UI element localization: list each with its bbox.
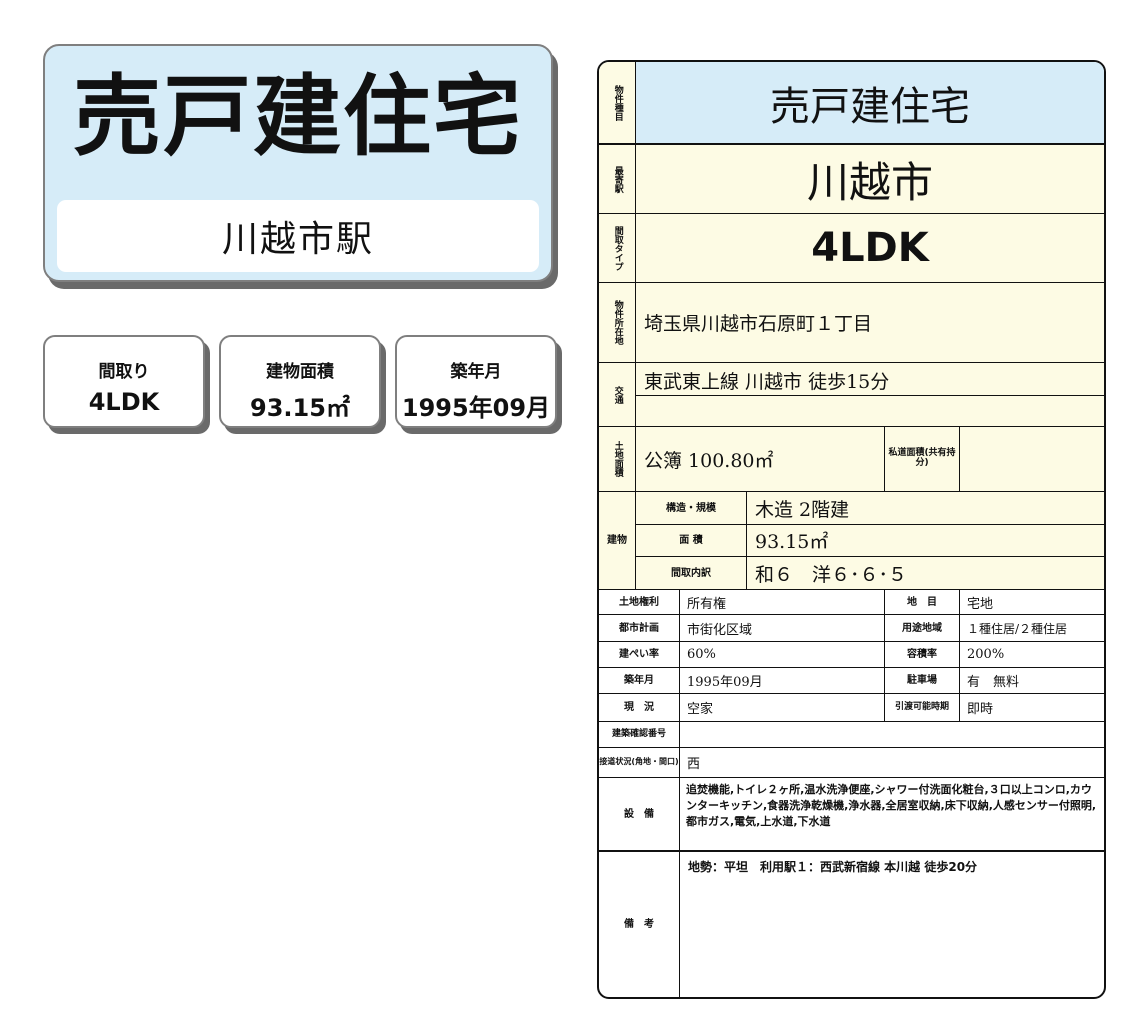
- equipment-label: 設 備: [599, 778, 680, 850]
- traffic-label: 交通: [599, 363, 636, 426]
- property-sheet: 物件種目 売戸建住宅 最寄駅 川越市 間取タイプ 4LDK 物件所在地 埼玉県川…: [597, 60, 1106, 999]
- row-status: 現 況 空家 引渡可能時期 即時: [599, 694, 1104, 722]
- hero-title: 売戸建住宅: [72, 65, 523, 168]
- summary-label: 建物面積: [266, 362, 334, 382]
- far-label: 容積率: [885, 642, 960, 667]
- row-building: 建物 構造・規模 木造 2階建 面 積 93.15㎡ 間取内訳 和６ 洋６･６･…: [599, 492, 1104, 590]
- type-value: 売戸建住宅: [770, 83, 970, 130]
- private-road-label: 私道面積(共有持分): [885, 427, 960, 491]
- equipment-value: 追焚機能,トイレ２ヶ所,温水洗浄便座,シャワー付洗面化粧台,３口以上コンロ,カウ…: [686, 783, 1097, 828]
- private-road-value: [960, 427, 1104, 491]
- land-right-value: 所有権: [680, 590, 885, 614]
- built-label: 築年月: [599, 668, 680, 693]
- row-type: 物件種目 売戸建住宅: [599, 62, 1104, 145]
- land-label: 土地面積: [599, 427, 636, 491]
- address-label: 物件所在地: [599, 283, 636, 362]
- land-value: 公簿 100.80㎡: [636, 427, 885, 491]
- row-confirm: 建築確認番号: [599, 722, 1104, 748]
- land-right-label: 土地権利: [599, 590, 680, 614]
- zoning-value: １種住居/２種住居: [967, 621, 1068, 636]
- row-land-right: 土地権利 所有権 地 目 宅地: [599, 590, 1104, 615]
- summary-label: 築年月: [450, 362, 502, 382]
- property-type-card: 売戸建住宅 川越市駅: [43, 44, 553, 282]
- summary-built-card: 築年月 1995年09月: [395, 335, 557, 428]
- confirm-label: 建築確認番号: [599, 722, 680, 747]
- row-station: 最寄駅 川越市: [599, 145, 1104, 214]
- row-built: 築年月 1995年09月 駐車場 有 無料: [599, 668, 1104, 694]
- row-traffic: 交通 東武東上線 川越市 徒歩15分: [599, 363, 1104, 427]
- address-value: 埼玉県川越市石原町１丁目: [644, 313, 873, 335]
- road-label: 接道状況(角地・間口): [599, 748, 680, 777]
- notes-value: 地勢：平坦 利用駅１：西武新宿線 本川越 徒歩20分: [688, 860, 978, 874]
- row-land: 土地面積 公簿 100.80㎡ 私道面積(共有持分): [599, 427, 1104, 492]
- row-equipment: 設 備 追焚機能,トイレ２ヶ所,温水洗浄便座,シャワー付洗面化粧台,３口以上コン…: [599, 778, 1104, 852]
- summary-label: 間取り: [98, 362, 150, 382]
- chimoku-label: 地 目: [885, 590, 960, 614]
- building-rooms-row: 間取内訳 和６ 洋６･６･５: [636, 557, 1104, 590]
- hero-station: 川越市駅: [57, 200, 539, 272]
- bcr-label: 建ぺい率: [599, 642, 680, 667]
- notes-label: 備 考: [599, 852, 680, 997]
- summary-layout-card: 間取り 4LDK: [43, 335, 205, 428]
- station-value: 川越市: [806, 157, 933, 207]
- rooms-value: 和６ 洋６･６･５: [755, 564, 908, 586]
- confirm-value: [680, 722, 1104, 747]
- area-label: 面 積: [636, 525, 747, 556]
- city-plan-label: 都市計画: [599, 615, 680, 641]
- summary-value: 93.15㎡: [250, 394, 350, 422]
- traffic-divider: [636, 395, 1104, 396]
- layout-label: 間取タイプ: [599, 214, 636, 282]
- parking-value: 有 無料: [967, 675, 1020, 690]
- summary-value: 1995年09月: [401, 394, 551, 422]
- row-road: 接道状況(角地・間口) 西: [599, 748, 1104, 778]
- parking-label: 駐車場: [885, 668, 960, 693]
- handover-label: 引渡可能時期: [885, 694, 960, 721]
- far-value: 200%: [967, 647, 1005, 662]
- type-label: 物件種目: [599, 62, 636, 143]
- summary-area-card: 建物面積 93.15㎡: [219, 335, 381, 428]
- row-notes: 備 考 地勢：平坦 利用駅１：西武新宿線 本川越 徒歩20分: [599, 852, 1104, 997]
- status-value: 空家: [680, 694, 885, 721]
- row-layout: 間取タイプ 4LDK: [599, 214, 1104, 283]
- row-bcr: 建ぺい率 60% 容積率 200%: [599, 642, 1104, 668]
- structure-value: 木造 2階建: [755, 498, 850, 521]
- city-plan-value: 市街化区域: [680, 615, 885, 641]
- road-value: 西: [687, 757, 701, 772]
- building-structure-row: 構造・規模 木造 2階建: [636, 492, 1104, 525]
- summary-value: 4LDK: [88, 388, 160, 416]
- area-value: 93.15㎡: [755, 531, 829, 553]
- handover-value: 即時: [967, 702, 994, 717]
- layout-value: 4LDK: [811, 225, 929, 271]
- status-label: 現 況: [599, 694, 680, 721]
- rooms-label: 間取内訳: [636, 557, 747, 590]
- structure-label: 構造・規模: [636, 492, 747, 524]
- station-label: 最寄駅: [599, 145, 636, 213]
- bcr-value: 60%: [680, 642, 885, 667]
- zoning-label: 用途地域: [885, 615, 960, 641]
- building-area-row: 面 積 93.15㎡: [636, 525, 1104, 557]
- building-label: 建物: [599, 492, 636, 589]
- built-value: 1995年09月: [680, 668, 885, 693]
- chimoku-value: 宅地: [967, 596, 994, 612]
- row-city-plan: 都市計画 市街化区域 用途地域 １種住居/２種住居: [599, 615, 1104, 642]
- row-address: 物件所在地 埼玉県川越市石原町１丁目: [599, 283, 1104, 363]
